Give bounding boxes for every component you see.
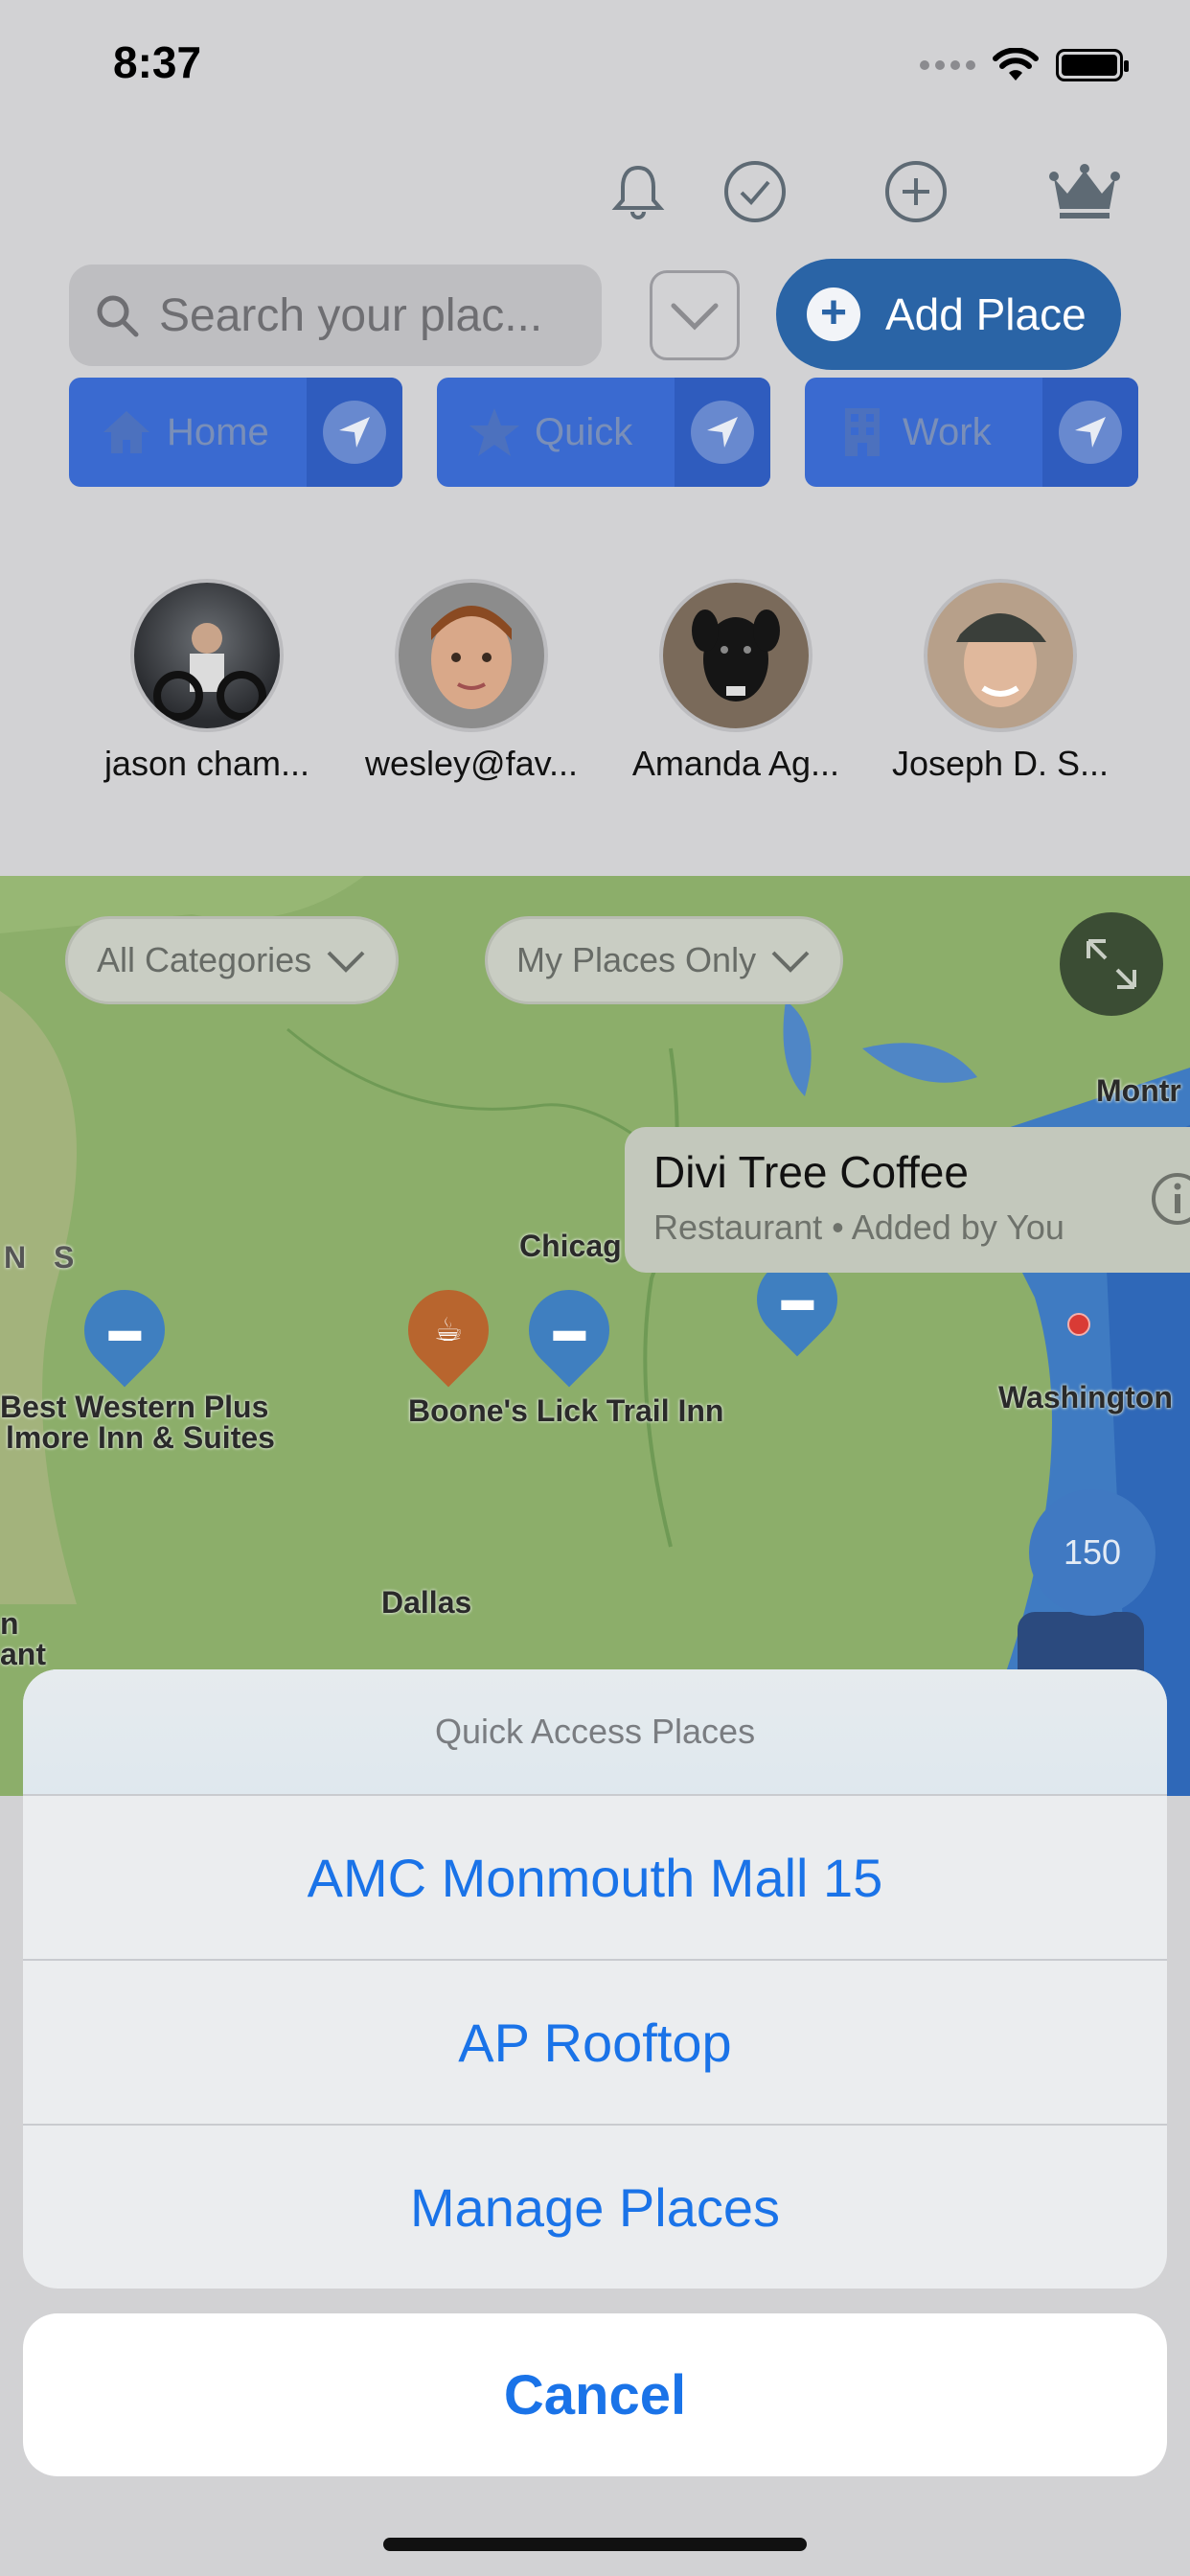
quick-tile-label: Quick — [535, 410, 633, 453]
bed-icon: ▬ — [781, 1280, 813, 1318]
expand-icon — [1087, 939, 1136, 989]
friend-jason[interactable]: jason cham... — [92, 579, 322, 784]
friend-wesley[interactable]: wesley@fav... — [356, 579, 586, 784]
bed-icon: ▬ — [553, 1311, 585, 1348]
quick-tile-work[interactable]: Work — [805, 378, 1138, 487]
search-icon — [97, 295, 139, 337]
map-label-region: N S — [4, 1240, 84, 1275]
expand-map-button[interactable] — [1060, 912, 1163, 1016]
navigate-button[interactable] — [1042, 378, 1138, 487]
callout-subtitle: Restaurant • Added by You — [653, 1208, 1064, 1247]
add-place-label: Add Place — [885, 289, 1087, 339]
action-sheet-item-amc[interactable]: AMC Monmouth Mall 15 — [23, 1796, 1167, 1961]
location-arrow-icon — [707, 417, 738, 448]
quick-tile-home[interactable]: Home — [69, 378, 402, 487]
scope-filter-chip[interactable]: My Places Only — [485, 916, 844, 1004]
search-input[interactable]: Search your plac... — [69, 264, 602, 366]
friend-name: Joseph D. S... — [891, 744, 1110, 783]
map-label-montreal: Montr — [1096, 1073, 1181, 1108]
home-indicator — [383, 2538, 807, 2551]
coffee-cup-icon: ☕ — [433, 1312, 464, 1349]
chevron-down-icon — [671, 303, 719, 331]
status-icons — [920, 46, 1129, 84]
map-label-dallas: Dallas — [381, 1585, 472, 1620]
selected-place-dot[interactable] — [1067, 1313, 1090, 1336]
category-filter-chip[interactable]: All Categories — [65, 916, 400, 1004]
home-icon — [100, 405, 153, 459]
crown-icon[interactable] — [1046, 153, 1123, 230]
friend-amanda[interactable]: Amanda Ag... — [621, 579, 851, 784]
search-placeholder: Search your plac... — [159, 289, 543, 341]
avatar — [395, 579, 548, 732]
map-label-left-edge: ant — [0, 1637, 46, 1671]
cancel-button[interactable]: Cancel — [23, 2313, 1167, 2476]
chevron-down-icon — [771, 951, 810, 973]
callout-title: Divi Tree Coffee — [653, 1147, 969, 1197]
friend-name: jason cham... — [103, 744, 310, 783]
map-label-filmore-inn: lmore Inn & Suites — [6, 1420, 275, 1455]
action-sheet-title: Quick Access Places — [23, 1669, 1167, 1796]
info-icon[interactable] — [1150, 1171, 1190, 1227]
action-sheet: Quick Access Places AMC Monmouth Mall 15… — [23, 1669, 1167, 2288]
map-label-washington: Washington — [998, 1380, 1173, 1414]
action-sheet-item-ap-rooftop[interactable]: AP Rooftop — [23, 1961, 1167, 2126]
place-count-badge[interactable]: 150 — [1029, 1489, 1156, 1616]
scope-filter-label: My Places Only — [516, 940, 757, 979]
friend-joseph[interactable]: Joseph D. S... — [885, 579, 1115, 784]
wifi-icon — [993, 48, 1039, 80]
avatar — [924, 579, 1077, 732]
map-label-boones-lick: Boone's Lick Trail Inn — [408, 1393, 724, 1428]
friend-name: wesley@fav... — [365, 744, 578, 783]
plus-icon: + — [807, 288, 860, 341]
chevron-down-icon — [327, 951, 365, 973]
category-filter-label: All Categories — [97, 940, 312, 979]
friend-name: Amanda Ag... — [631, 744, 840, 783]
status-time: 8:37 — [113, 37, 202, 87]
navigate-button[interactable] — [675, 378, 770, 487]
avatar — [659, 579, 812, 732]
quick-tile-label: Home — [167, 410, 269, 453]
location-arrow-icon — [1075, 417, 1106, 448]
signal-icon — [920, 60, 975, 70]
checkmark-circle-icon[interactable] — [717, 153, 793, 230]
avatar — [130, 579, 284, 732]
add-place-button[interactable]: + Add Place — [776, 259, 1121, 370]
location-arrow-icon — [339, 417, 370, 448]
quick-tile-quick[interactable]: Quick — [437, 378, 770, 487]
building-icon — [835, 405, 889, 459]
add-circle-icon[interactable] — [878, 153, 954, 230]
action-sheet-item-manage-places[interactable]: Manage Places — [23, 2126, 1167, 2288]
map-view[interactable]: ▬ ☕ ▬ ▬ Montr Chicag Washington Dallas B… — [0, 876, 1190, 1796]
filter-dropdown-button[interactable] — [650, 270, 740, 360]
place-callout[interactable]: Divi Tree Coffee Restaurant • Added by Y… — [625, 1127, 1190, 1273]
quick-tile-label: Work — [903, 410, 992, 453]
navigate-button[interactable] — [307, 378, 402, 487]
bell-icon[interactable] — [600, 153, 676, 230]
star-icon — [468, 405, 521, 459]
map-label-chicago: Chicag — [519, 1229, 622, 1263]
battery-icon — [1056, 49, 1129, 81]
bed-icon: ▬ — [108, 1311, 141, 1348]
